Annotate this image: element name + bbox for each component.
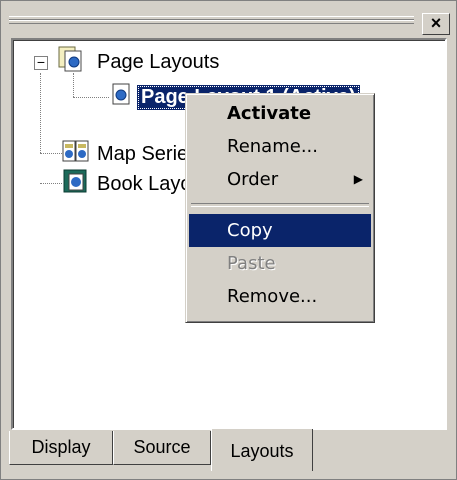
tree-node-label: Map Series [97, 142, 199, 165]
tab-source[interactable]: Source [113, 431, 211, 465]
submenu-arrow-icon: ▶ [353, 172, 363, 186]
tab-label: Source [133, 437, 191, 457]
tree-connector [40, 73, 41, 153]
map-series-icon [61, 137, 91, 171]
tab-layouts[interactable]: Layouts [211, 429, 313, 471]
tree-node-map-series[interactable]: Map Series [61, 140, 198, 168]
menu-item-label: Activate [227, 103, 312, 124]
book-layout-icon [61, 167, 91, 201]
tab-label: Layouts [230, 441, 294, 461]
menu-item-label: Remove... [227, 286, 318, 307]
close-icon: × [430, 13, 442, 33]
tree-connector [40, 183, 62, 184]
tree-node-page-layouts[interactable]: Page Layouts [57, 45, 220, 79]
close-button[interactable]: × [422, 13, 450, 35]
layouts-panel: × − Page Layouts Page Map Series Book La… [0, 0, 457, 480]
page-layout-icon [111, 82, 131, 112]
menu-item-copy[interactable]: Copy [189, 214, 371, 247]
menu-item-paste: Paste [189, 247, 371, 280]
tab-label: Display [31, 437, 91, 457]
context-menu: Activate Rename... Order ▶ Copy Paste Re… [185, 93, 375, 323]
menu-item-remove[interactable]: Remove... [189, 280, 371, 313]
collapse-toggle[interactable]: − [34, 54, 48, 70]
tree-node-label: Page Layouts [97, 50, 220, 73]
menu-item-label: Order [227, 169, 279, 190]
menu-item-label: Paste [227, 253, 276, 274]
menu-item-label: Rename... [227, 136, 318, 157]
menu-separator [191, 203, 369, 207]
tree-connector [73, 97, 109, 98]
menu-item-label: Copy [227, 220, 273, 241]
panel-title-grip[interactable] [9, 16, 414, 26]
page-layouts-folder-icon [57, 45, 91, 79]
menu-item-order[interactable]: Order ▶ [189, 163, 371, 196]
menu-item-rename[interactable]: Rename... [189, 130, 371, 163]
minus-icon: − [36, 54, 46, 70]
menu-item-activate[interactable]: Activate [189, 97, 371, 130]
tree-connector [40, 153, 62, 154]
tab-display[interactable]: Display [9, 431, 113, 465]
